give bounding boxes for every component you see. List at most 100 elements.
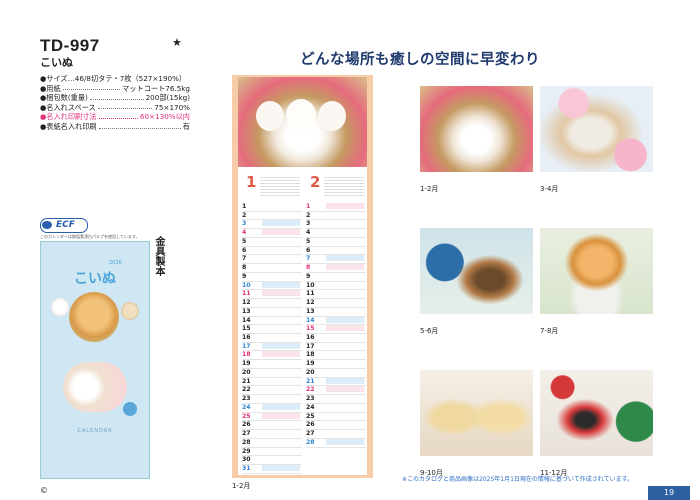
day-row: 18 — [306, 351, 366, 361]
day-row: 2 — [242, 212, 302, 221]
day-row: 5 — [306, 238, 366, 247]
day-row: 13 — [306, 308, 366, 317]
day-number: 20 — [242, 368, 251, 376]
day-number: 29 — [242, 447, 251, 455]
cover-title: こいぬ — [74, 271, 116, 287]
ecf-label: ECF — [56, 220, 75, 230]
day-row: 18 — [242, 351, 302, 361]
star-icon: ★ — [172, 36, 182, 49]
day-number: 19 — [242, 360, 251, 368]
day-number: 31 — [242, 465, 251, 473]
day-number: 22 — [242, 386, 251, 394]
calendar-page: 1 2 1 2 3 4 5 6 7 8 9 10 11 12 13 14 15 16 17 18 19 20 21 22 2… — [238, 77, 367, 475]
day-row: 28 — [306, 438, 366, 448]
day-row: 3 — [242, 220, 302, 230]
day-row: 9 — [306, 273, 366, 282]
day-row: 15 — [306, 325, 366, 335]
day-number: 28 — [306, 438, 315, 446]
day-number: 24 — [242, 403, 251, 411]
day-number: 13 — [306, 307, 315, 315]
calendar-caption: 1-2月 — [232, 482, 251, 490]
day-row: 9 — [242, 273, 302, 282]
day-row: 27 — [306, 430, 366, 439]
day-row: 23 — [306, 395, 366, 404]
day-row: 8 — [306, 264, 366, 273]
day-row: 7 — [242, 255, 302, 265]
day-number: 3 — [306, 220, 311, 228]
day-number: 15 — [306, 325, 315, 333]
day-row: 8 — [242, 264, 302, 273]
thumb-6 — [540, 370, 653, 456]
day-row: 3 — [306, 220, 366, 230]
day-row: 17 — [242, 342, 302, 352]
month-1: 1 — [246, 173, 257, 191]
day-row: 30 — [242, 456, 302, 466]
day-number: 13 — [242, 307, 251, 315]
day-number: 1 — [306, 203, 311, 210]
day-number: 5 — [306, 237, 311, 245]
day-row: 15 — [242, 325, 302, 335]
headline: どんな場所も癒しの空間に早変わり — [300, 51, 540, 68]
day-row: 4 — [306, 229, 366, 238]
day-row: 17 — [306, 343, 366, 352]
day-row: 25 — [306, 413, 366, 422]
spec-print-size: ●名入れ印刷寸法 60×130%以内 — [40, 112, 190, 122]
day-number: 14 — [242, 316, 251, 324]
day-number: 21 — [306, 377, 315, 385]
day-number: 10 — [242, 281, 251, 289]
day-row: 10 — [306, 282, 366, 291]
puppies-in-basket-icon — [238, 77, 367, 167]
day-row: 25 — [242, 412, 302, 422]
day-number: 18 — [306, 351, 315, 359]
paw-icon — [123, 402, 137, 416]
day-number: 4 — [242, 229, 247, 237]
spec-cover-print: ●表紙名入れ印刷有 — [40, 121, 190, 131]
copyright-icon: © — [40, 486, 48, 495]
product-code: TD-997 — [40, 36, 100, 55]
thumb-5 — [420, 370, 533, 456]
day-number: 3 — [242, 220, 247, 228]
day-row: 6 — [306, 247, 366, 256]
day-number: 26 — [242, 421, 251, 429]
day-number: 19 — [306, 360, 315, 368]
day-row: 11 — [242, 290, 302, 300]
day-row: 7 — [306, 255, 366, 265]
day-row: 14 — [242, 317, 302, 326]
day-row: 21 — [242, 378, 302, 387]
day-row: 31 — [242, 465, 302, 474]
leaf-icon — [42, 221, 52, 229]
day-number: 25 — [306, 412, 315, 420]
day-row: 24 — [306, 404, 366, 413]
day-row: 5 — [242, 238, 302, 247]
day-number: 16 — [306, 334, 315, 342]
day-number: 10 — [306, 281, 315, 289]
day-row: 14 — [306, 316, 366, 326]
day-number: 6 — [242, 246, 247, 254]
ecf-note: このカレンダーは無塩素漂白パルプを使用しています。 — [40, 234, 140, 239]
spec-size: ●サイズ…46/8切タテ・7枚（527×190%） — [40, 74, 187, 83]
day-row: 2 — [306, 212, 366, 221]
day-number: 16 — [242, 334, 251, 342]
day-row: 26 — [242, 421, 302, 431]
day-row: 22 — [306, 386, 366, 396]
day-row: 11 — [306, 290, 366, 300]
day-number: 11 — [242, 290, 251, 298]
thumb-caption-4: 7-8月 — [540, 327, 559, 335]
calendar-sample: 1 2 1 2 3 4 5 6 7 8 9 10 11 12 13 14 15 16 17 18 19 20 21 22 2… — [232, 75, 373, 478]
pomeranian-icon — [69, 292, 119, 342]
day-number: 15 — [242, 325, 251, 333]
month-2: 2 — [310, 173, 321, 191]
day-row: 12 — [306, 299, 366, 308]
day-number: 12 — [306, 299, 315, 307]
day-number: 23 — [242, 395, 251, 403]
binding-label: 金具製本 — [153, 236, 164, 276]
cover-calendar-label: CALENDAR — [77, 428, 113, 434]
day-row: 10 — [242, 281, 302, 291]
spec-list: ●サイズ…46/8切タテ・7枚（527×190%） ●用紙 マットコート76.5k… — [40, 74, 190, 132]
day-row: 1 — [242, 203, 302, 212]
day-number: 17 — [242, 342, 251, 350]
spec-packing: ●梱包数(重量) 200部(15kg) — [40, 93, 190, 103]
day-number: 30 — [242, 456, 251, 464]
mini-calendar — [260, 175, 300, 197]
day-row: 20 — [306, 369, 366, 378]
